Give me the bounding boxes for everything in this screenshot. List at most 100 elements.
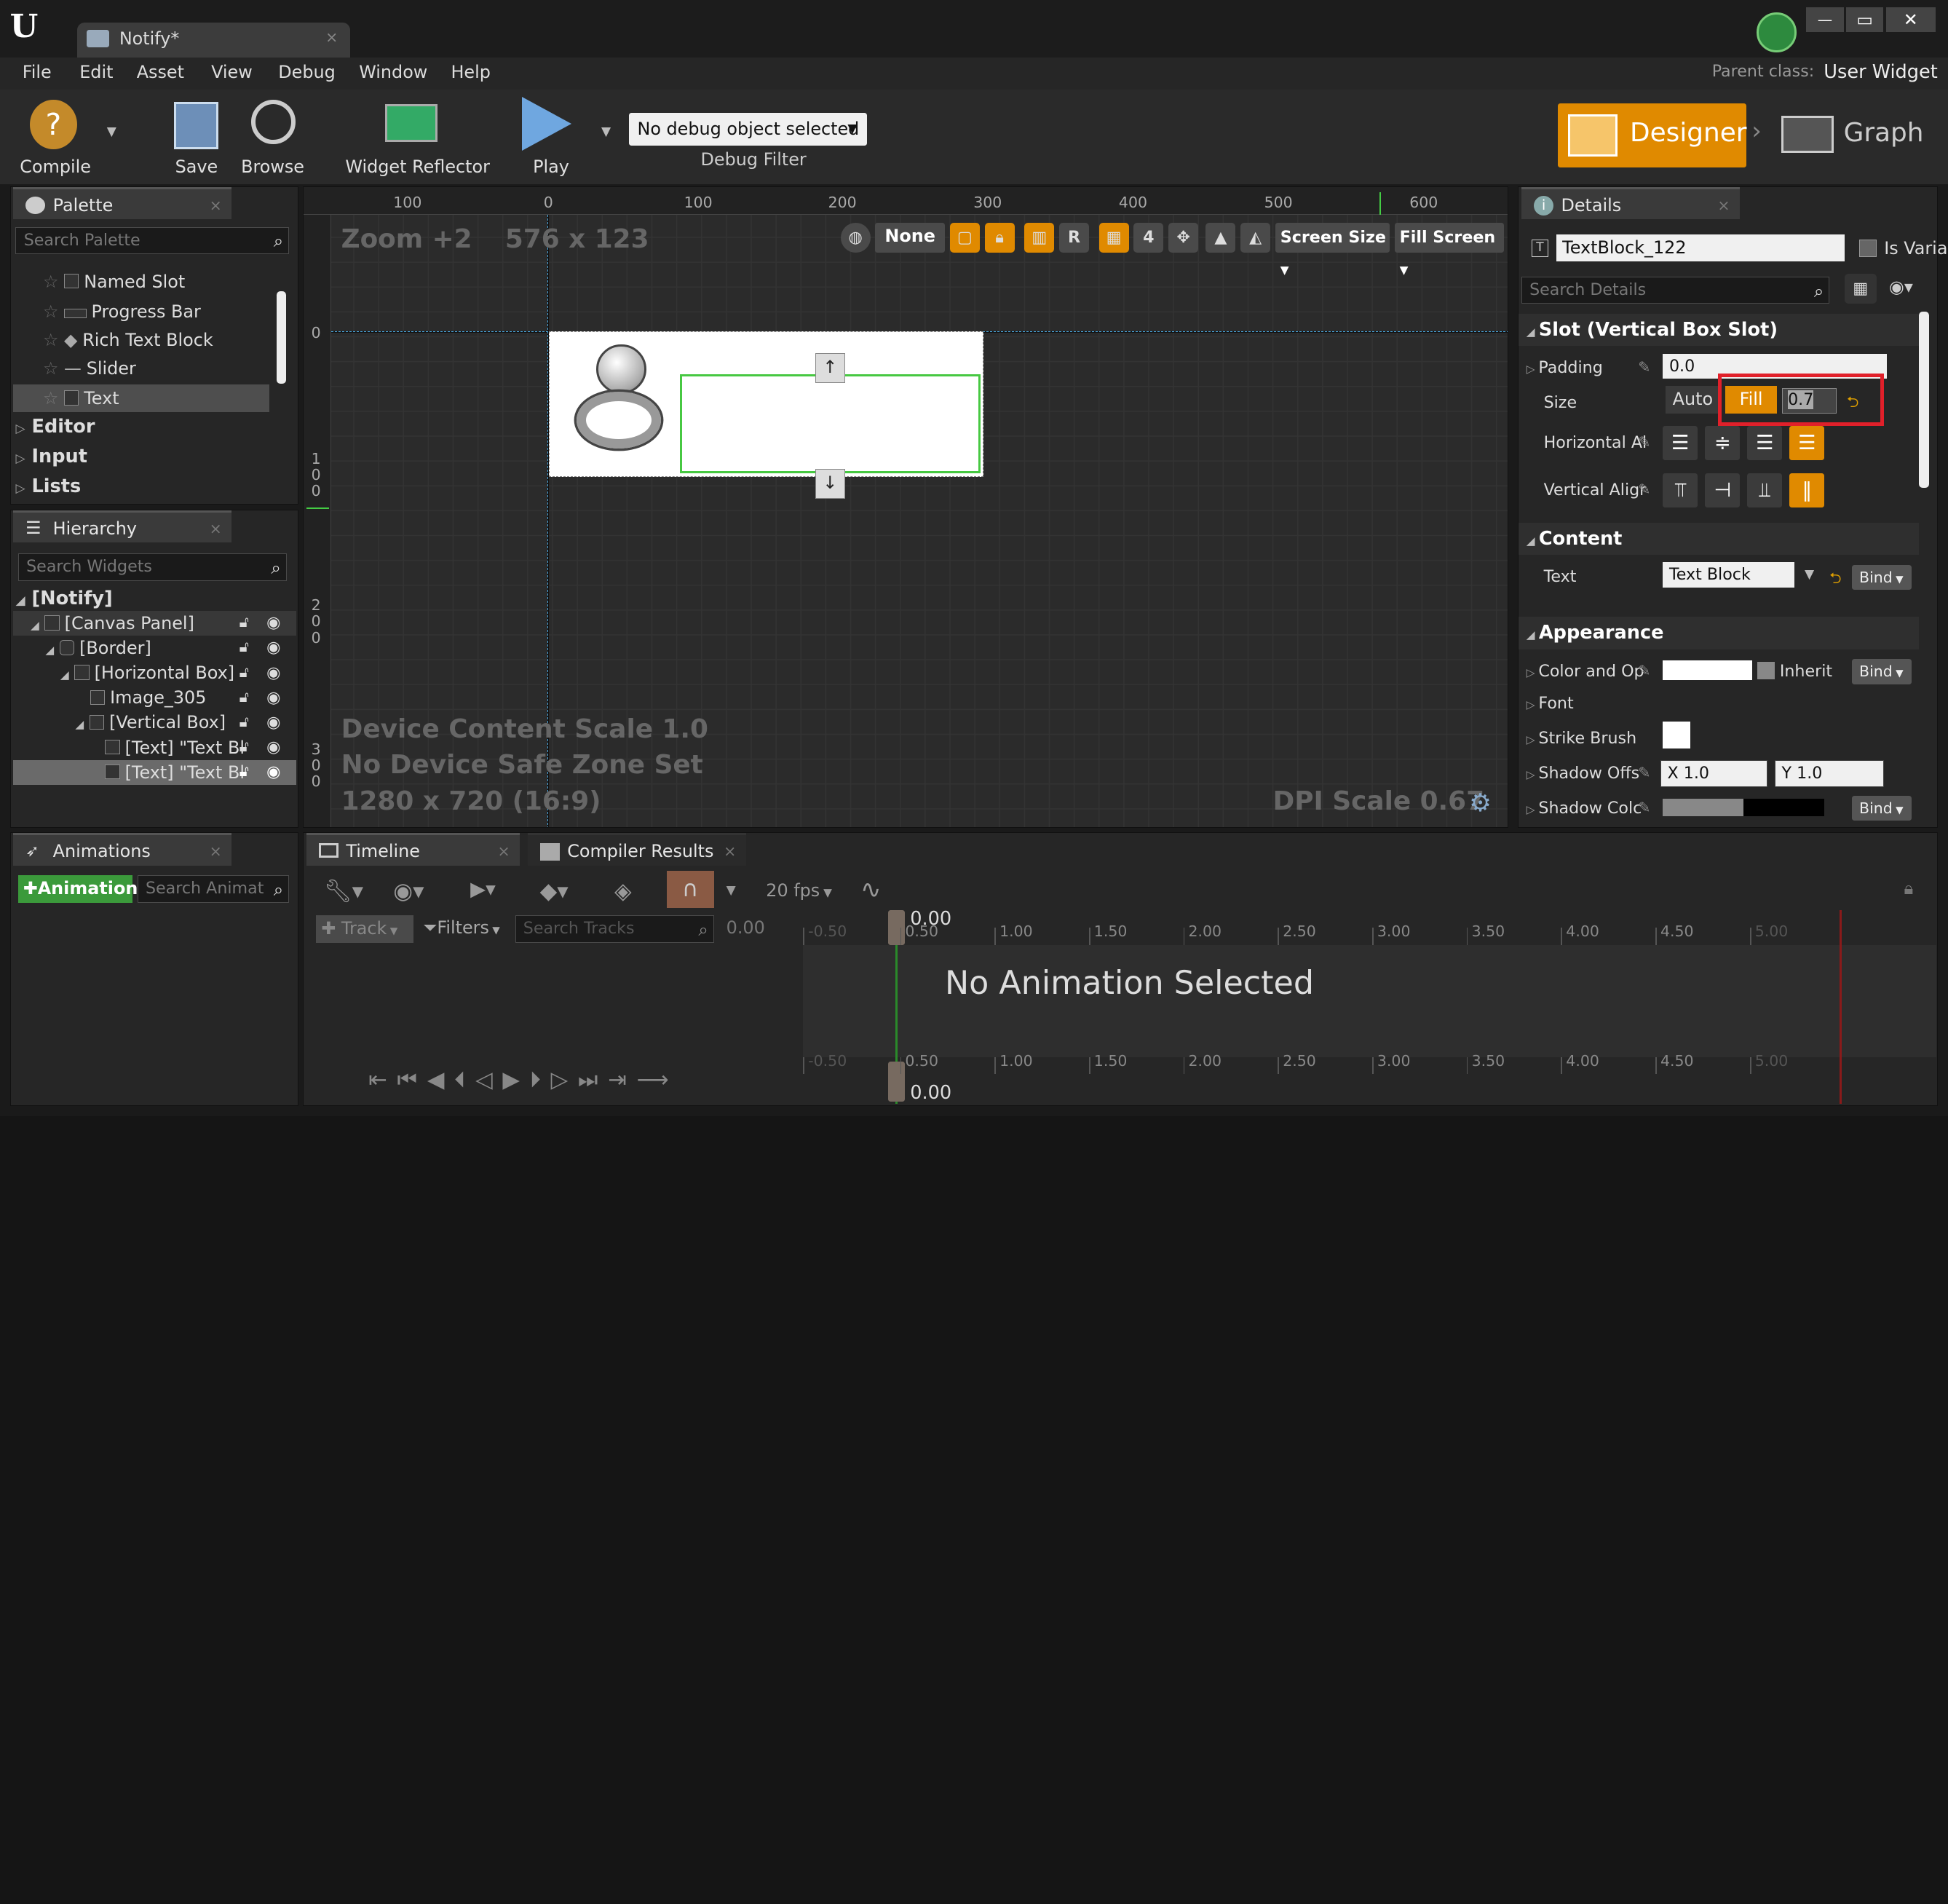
filters-dropdown[interactable]: ⏷Filters ▼ [423, 917, 500, 938]
size-auto-button[interactable]: Auto [1665, 386, 1720, 414]
lock-icon[interactable]: 🔓︎ [239, 738, 249, 756]
eye-icon[interactable]: ◉ [266, 613, 280, 632]
grid-snap-icon[interactable]: ▦ [1098, 223, 1129, 253]
step-forward-key-icon[interactable]: ⏭ [578, 1067, 608, 1093]
fps-dropdown[interactable]: 20 fps ▼ [766, 880, 832, 901]
details-search-input[interactable]: Search Details ⌕ [1521, 276, 1830, 304]
hierarchy-node-vertical-box[interactable]: ◢ [Vertical Box] [75, 710, 226, 735]
hierarchy-node-text-2[interactable]: [Text] "Text Bl [105, 760, 245, 785]
hierarchy-node-horizontal-box[interactable]: ◢ [Horizontal Box] [60, 660, 234, 685]
hierarchy-node-border[interactable]: ◢ [Border] [45, 636, 151, 660]
playback-icon[interactable]: ▶▾ [470, 878, 496, 901]
star-icon[interactable]: ☆ [43, 330, 58, 350]
jump-to-start-icon[interactable]: ⇤ [368, 1067, 397, 1093]
align-fill-vertical-icon[interactable]: ‖ [1789, 473, 1825, 508]
dpi-settings-gear-icon[interactable]: ⚙ [1469, 789, 1492, 818]
hierarchy-root[interactable]: ◢ [Notify] [15, 586, 112, 611]
jump-to-end-icon[interactable]: ⇥ [608, 1067, 636, 1093]
lock-icon[interactable]: 🔒︎ [1904, 878, 1914, 898]
document-tab[interactable]: Notify* × [76, 22, 351, 58]
palette-category-lists[interactable]: ▷ Lists [15, 474, 81, 499]
compile-button[interactable]: ? Compile [12, 95, 95, 179]
tab-hierarchy[interactable]: ☰ Hierarchy × [13, 510, 232, 545]
track-area[interactable]: 0.00 0.00 -0.50 -0.50 0.50 0.50 1.00 1.00 1.50… [803, 908, 1936, 1105]
text-bind-button[interactable]: Bind ▼ [1851, 564, 1912, 590]
grid-size-button[interactable]: 4 [1133, 223, 1164, 253]
play-reverse-icon[interactable]: ◁ [475, 1067, 502, 1093]
menu-view[interactable]: View [211, 62, 253, 82]
palette-item-named-slot[interactable]: ☆ Named Slot [43, 269, 185, 294]
play-options-dropdown-icon[interactable]: ▼ [601, 125, 611, 139]
reset-pin-icon[interactable]: ✎ [1638, 433, 1650, 451]
lock-icon[interactable]: 🔓︎ [239, 688, 249, 706]
palette-category-input[interactable]: ▷ Input [15, 444, 87, 469]
hierarchy-search-input[interactable]: Search Widgets ⌕ [17, 553, 287, 581]
snap-dropdown-icon[interactable]: ▼ [726, 883, 736, 898]
property-matrix-icon[interactable]: ▦ [1844, 274, 1877, 304]
key-auto-icon[interactable]: ◈ [614, 878, 632, 904]
details-scrollbar[interactable] [1918, 311, 1929, 488]
designer-viewport[interactable]: 100 0 100 200 300 400 500 600 0 100 200 … [303, 186, 1508, 828]
current-time-field[interactable]: 0.00 [726, 917, 765, 938]
lock-icon[interactable]: 🔒︎ [984, 223, 1015, 253]
play-forward-icon[interactable]: ▶ [502, 1067, 529, 1093]
hierarchy-node-text-1[interactable]: [Text] "Text Bl [105, 735, 245, 760]
menu-help[interactable]: Help [451, 62, 490, 82]
culture-none-button[interactable]: None [875, 223, 945, 253]
globe-icon[interactable]: ◍ [840, 223, 871, 253]
wrench-icon[interactable]: 🔧︎▾ [324, 878, 363, 904]
align-left-icon[interactable]: ☰ [1663, 425, 1698, 461]
star-icon[interactable]: ☆ [43, 358, 58, 379]
key-icon[interactable]: ◆▾ [540, 878, 569, 904]
shadow-color-bind-button[interactable]: Bind ▼ [1851, 796, 1912, 821]
step-back-frame-icon[interactable]: ⏴ [454, 1067, 475, 1093]
widget-reflector-button[interactable]: Widget Reflector [341, 95, 490, 179]
menu-edit[interactable]: Edit [79, 62, 113, 82]
r-button[interactable]: R [1059, 223, 1089, 253]
tab-compiler-results[interactable]: Compiler Results × [527, 833, 746, 866]
menu-asset[interactable]: Asset [137, 62, 184, 82]
debug-object-select[interactable]: No debug object selected ▼ [628, 113, 868, 146]
widget-name-field[interactable]: TextBlock_122 [1556, 234, 1845, 262]
star-icon[interactable]: ☆ [43, 301, 58, 322]
eye-icon[interactable]: ◉ [266, 713, 280, 732]
eye-icon[interactable]: ◉ [266, 688, 280, 707]
palette-search-input[interactable]: Search Palette ⌕ [15, 226, 289, 255]
add-track-button[interactable]: ✚ Track ▼ [316, 915, 413, 943]
compile-options-dropdown-icon[interactable]: ▼ [107, 125, 116, 139]
animation-search-input[interactable]: Search Animat ⌕ [137, 875, 289, 903]
maximize-button[interactable]: ▭ [1846, 7, 1884, 33]
shadow-offset-y-field[interactable]: Y 1.0 [1775, 759, 1885, 788]
eye-icon[interactable]: ◉ [266, 663, 280, 682]
prev-key-icon[interactable]: ◀ [427, 1067, 454, 1093]
close-tab-icon[interactable]: × [210, 513, 222, 545]
menu-window[interactable]: Window [359, 62, 427, 82]
eye-icon[interactable]: ◉ [266, 738, 280, 757]
hierarchy-node-canvas-panel[interactable]: ◢ [Canvas Panel] [31, 611, 194, 636]
palette-item-text[interactable]: ☆ Text [43, 386, 119, 411]
eye-icon[interactable]: ◉▾ [393, 878, 424, 904]
loop-icon[interactable]: ⟶ [637, 1067, 679, 1093]
align-right-icon[interactable]: ☰ [1747, 425, 1783, 461]
save-button[interactable]: Save [162, 95, 229, 179]
close-tab-icon[interactable]: × [210, 835, 222, 867]
tab-details[interactable]: i Details × [1521, 186, 1741, 220]
lock-icon[interactable]: 🔓︎ [239, 713, 249, 731]
shadow-offset-x-field[interactable]: X 1.0 [1660, 759, 1767, 788]
inherit-checkbox[interactable] [1757, 661, 1775, 679]
notification-image[interactable] [571, 342, 662, 467]
lock-icon[interactable]: 🔓︎ [239, 613, 249, 631]
is-variable-checkbox[interactable] [1859, 239, 1877, 257]
tab-animations[interactable]: ➶ Animations × [13, 833, 232, 867]
widget-preview[interactable]: ↑ ↓ [548, 331, 983, 499]
reset-pin-icon[interactable]: ✎ [1638, 358, 1650, 376]
align-bottom-icon[interactable]: ⫫ [1747, 473, 1783, 508]
close-tab-icon[interactable]: × [325, 28, 338, 46]
palette-item-slider[interactable]: ☆ — Slider [43, 356, 136, 381]
align-center-icon[interactable]: ≑ [1705, 425, 1741, 461]
source-control-icon[interactable] [1757, 12, 1797, 52]
palette-scrollbar[interactable] [276, 291, 287, 384]
fill-screen-dropdown[interactable]: Fill Screen ▼ [1394, 223, 1504, 277]
move-up-button[interactable]: ↑ [815, 352, 845, 383]
add-animation-button[interactable]: ✚Animation [17, 875, 138, 903]
